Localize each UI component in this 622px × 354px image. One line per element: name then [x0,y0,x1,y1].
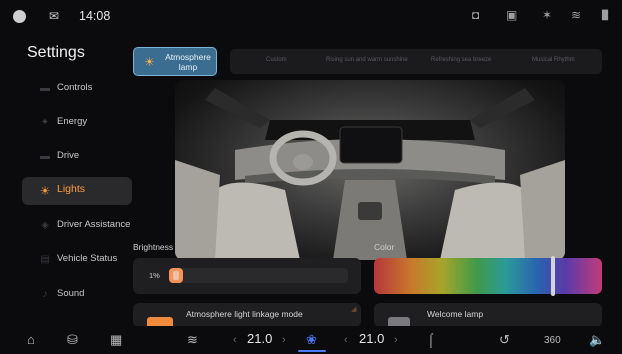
brightness-value: 1% [149,271,160,280]
brightness-label: Brightness [133,242,174,252]
page-title: Settings [27,44,85,61]
message-icon[interactable]: ✉ [49,9,59,23]
sidebar-item-energy[interactable]: ✦ Energy [22,109,132,137]
color-spectrum-slider[interactable] [374,258,602,294]
sun-icon: ☀ [39,184,51,198]
mode-option-musical-rhythm[interactable]: Musical Rhythm [532,57,575,63]
signal-icon: ▉ [602,10,609,20]
left-temp-value: 21.0 [247,331,273,346]
sidebar-item-sound[interactable]: ♪ Sound [22,281,132,309]
bluetooth-icon: ✶ [542,8,553,22]
right-temp-value: 21.0 [359,331,385,346]
seat-heat-icon[interactable]: ⌠ [427,333,435,347]
wifi-icon: ≋ [571,8,582,22]
defrost-icon[interactable]: ≋ [187,333,198,347]
assist-icon: ◈ [41,220,49,231]
color-label: Color [374,242,395,252]
mode-option-sea-breeze[interactable]: Refreshing sea breeze [431,57,491,63]
status-bar: ✉ 14:08 ◘ ▣ ✶ ≋ ▉ [0,0,622,34]
brightness-slider[interactable] [169,268,348,283]
view360-icon[interactable]: 360 [544,334,561,348]
left-temp-down-button[interactable]: ‹ [233,333,237,347]
sound-icon: ♪ [42,289,48,300]
clock-time: 14:08 [79,9,111,23]
fan-icon[interactable]: ❀ [306,333,317,347]
car-icon[interactable]: ⛁ [67,333,78,347]
sun-icon: ☀ [144,55,155,69]
corner-arrow-icon: ◢ [351,306,357,313]
screen-off-icon: ▣ [506,8,518,22]
energy-icon: ✦ [40,117,50,128]
linkage-mode-title: Atmosphere light linkage mode [186,309,303,319]
vehicle-icon: ▤ [40,254,50,265]
apps-icon[interactable]: ▦ [110,333,122,347]
sidebar-item-drive[interactable]: ▬ Drive [22,143,132,171]
fan-active-indicator [298,350,326,352]
sidebar-item-vehicle-status[interactable]: ▤ Vehicle Status [22,246,132,274]
volume-icon[interactable]: 🔈 [589,333,605,347]
right-temp-up-button[interactable]: › [394,333,398,347]
mode-option-custom[interactable]: Custom [266,57,287,63]
recirculation-icon[interactable]: ↺ [499,333,510,347]
home-icon[interactable]: ⌂ [27,333,35,347]
controls-icon: ▬ [40,83,50,94]
left-temp-up-button[interactable]: › [282,333,286,347]
sidebar-item-lights[interactable]: ☀ Lights [22,177,132,205]
mode-option-rising-sun[interactable]: Rising sun and warm sunshine [326,57,408,63]
mode-atmosphere-lamp-button[interactable]: ☀ Atmosphere lamp [133,47,217,76]
welcome-lamp-title: Welcome lamp [427,309,484,319]
car-interior-image [175,80,565,260]
sidebar-item-driver-assistance[interactable]: ◈ Driver Assistance [22,212,132,240]
color-slider-handle[interactable] [551,256,555,296]
drive-icon: ▬ [40,151,50,162]
avatar-icon[interactable] [13,10,26,23]
sidebar-item-controls[interactable]: ▬ Controls [22,75,132,103]
brightness-slider-handle[interactable] [169,268,183,283]
camera-off-icon: ◘ [472,8,480,22]
right-temp-down-button[interactable]: ‹ [344,333,348,347]
lighting-mode-bar: Custom Rising sun and warm sunshine Refr… [230,49,602,74]
